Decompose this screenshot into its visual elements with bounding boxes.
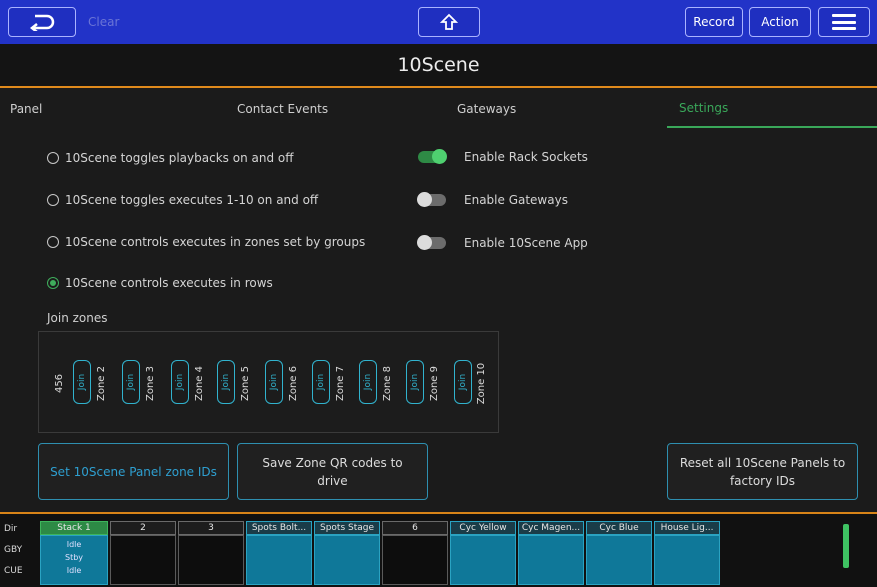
save-qr-codes-button[interactable]: Save Zone QR codes to drive: [237, 443, 428, 500]
side-label-gby: GBY: [4, 545, 23, 555]
playback-status: Idle: [66, 540, 82, 549]
menu-button[interactable]: [818, 7, 870, 37]
join-button[interactable]: Join: [217, 360, 235, 404]
playback-label[interactable]: House Lig...: [654, 521, 720, 535]
playback-fader[interactable]: [314, 535, 380, 585]
reset-line1: Reset all 10Scene Panels to: [679, 455, 846, 470]
10scene-app-toggle[interactable]: [417, 235, 446, 250]
toggle-row-rack-sockets[interactable]: Enable Rack Sockets: [418, 147, 588, 167]
radio-option-playbacks[interactable]: 10Scene toggles playbacks on and off: [47, 148, 294, 168]
zone-label: Zone 4: [193, 365, 205, 401]
playback-fader[interactable]: [654, 535, 720, 585]
clear-button[interactable]: Clear: [82, 7, 156, 37]
playback-label[interactable]: Cyc Blue: [586, 521, 652, 535]
side-label-dir: Dir: [4, 524, 18, 534]
tab-bar: Panel Contact Events Gateways Settings: [0, 90, 877, 128]
back-arrow-icon: [29, 14, 55, 31]
top-toolbar: Clear Record Action: [0, 0, 877, 44]
join-button[interactable]: Join: [312, 360, 330, 404]
playback-fader[interactable]: [586, 535, 652, 585]
save-qr-line1: Save Zone QR codes to: [262, 455, 403, 470]
title-bar: 10Scene: [0, 44, 877, 88]
radio-button[interactable]: [47, 152, 59, 164]
zone-label: Zone 10: [476, 362, 488, 404]
playback-strip: Dir GBY CUE Stack 1 Idle Stby Idle 2 3 S…: [0, 512, 877, 587]
gateways-toggle[interactable]: [417, 192, 446, 207]
tab-gateways[interactable]: Gateways: [457, 90, 557, 128]
zone-label: Zone 7: [334, 365, 346, 401]
radio-label: 10Scene controls executes in zones set b…: [65, 235, 366, 249]
join-button[interactable]: Join: [454, 360, 472, 404]
playback-label[interactable]: Stack 1: [40, 521, 108, 535]
toggle-label: Enable Gateways: [464, 193, 568, 207]
zone-first-label: 456: [54, 373, 66, 393]
playback-label[interactable]: 2: [110, 521, 176, 535]
toggle-row-10scene-app[interactable]: Enable 10Scene App: [417, 233, 588, 253]
playback-fader[interactable]: Idle Stby Idle: [40, 535, 108, 585]
level-indicator: [843, 524, 849, 568]
action-button[interactable]: Action: [749, 7, 811, 37]
zone-label: Zone 8: [381, 365, 393, 401]
home-up-arrow-icon: [440, 13, 458, 30]
join-button[interactable]: Join: [406, 360, 424, 404]
playback-status: Stby: [64, 553, 84, 562]
playback-label[interactable]: 3: [178, 521, 244, 535]
playback-fader[interactable]: [450, 535, 516, 585]
playback-fader[interactable]: [382, 535, 448, 585]
toggle-label: Enable Rack Sockets: [464, 150, 588, 164]
rack-sockets-toggle[interactable]: [418, 149, 447, 164]
reset-factory-ids-button[interactable]: Reset all 10Scene Panels to factory IDs: [667, 443, 858, 500]
zone-label: Zone 2: [95, 365, 107, 401]
playback-status: Idle: [66, 566, 82, 575]
join-button[interactable]: Join: [265, 360, 283, 404]
join-button[interactable]: Join: [171, 360, 189, 404]
toggle-row-gateways[interactable]: Enable Gateways: [417, 190, 568, 210]
join-button[interactable]: Join: [359, 360, 377, 404]
tab-settings[interactable]: Settings: [667, 90, 877, 128]
radio-button[interactable]: [47, 194, 59, 206]
radio-button[interactable]: [47, 236, 59, 248]
playback-label[interactable]: Spots Stage: [314, 521, 380, 535]
playback-fader[interactable]: [246, 535, 312, 585]
reset-line2: factory IDs: [729, 473, 796, 488]
radio-label: 10Scene toggles playbacks on and off: [65, 151, 294, 165]
tab-panel[interactable]: Panel: [10, 90, 130, 128]
save-qr-line2: drive: [317, 473, 348, 488]
zone-label: Zone 6: [287, 365, 299, 401]
playback-fader[interactable]: [518, 535, 584, 585]
zone-label: Zone 3: [144, 365, 156, 401]
toggle-label: Enable 10Scene App: [464, 236, 588, 250]
radio-option-rows[interactable]: 10Scene controls executes in rows: [47, 273, 273, 293]
radio-button-selected[interactable]: [47, 277, 59, 289]
page-title: 10Scene: [397, 54, 480, 76]
playback-label[interactable]: Spots Bolt...: [246, 521, 312, 535]
home-button[interactable]: [418, 7, 480, 37]
tab-contact-events[interactable]: Contact Events: [237, 90, 387, 128]
playback-label[interactable]: Cyc Yellow: [450, 521, 516, 535]
join-button[interactable]: Join: [122, 360, 140, 404]
join-zones-label: Join zones: [47, 311, 108, 325]
radio-label: 10Scene controls executes in rows: [65, 276, 273, 290]
playback-fader[interactable]: [178, 535, 244, 585]
zone-label: Zone 9: [428, 365, 440, 401]
playback-label[interactable]: 6: [382, 521, 448, 535]
hamburger-menu-icon: [832, 14, 856, 30]
join-button[interactable]: Join: [73, 360, 91, 404]
zone-label: Zone 5: [239, 365, 251, 401]
playback-label[interactable]: Cyc Magen...: [518, 521, 584, 535]
radio-option-zones-by-groups[interactable]: 10Scene controls executes in zones set b…: [47, 232, 365, 252]
playback-fader[interactable]: [110, 535, 176, 585]
radio-label: 10Scene toggles executes 1-10 on and off: [65, 193, 319, 207]
back-button[interactable]: [8, 7, 76, 37]
set-zone-ids-button[interactable]: Set 10Scene Panel zone IDs: [38, 443, 229, 500]
record-button[interactable]: Record: [685, 7, 743, 37]
radio-option-executes[interactable]: 10Scene toggles executes 1-10 on and off: [47, 190, 318, 210]
join-zones-panel: 456 Join Zone 2 Join Zone 3 Join Zone 4 …: [38, 331, 499, 433]
side-label-cue: CUE: [4, 566, 23, 576]
